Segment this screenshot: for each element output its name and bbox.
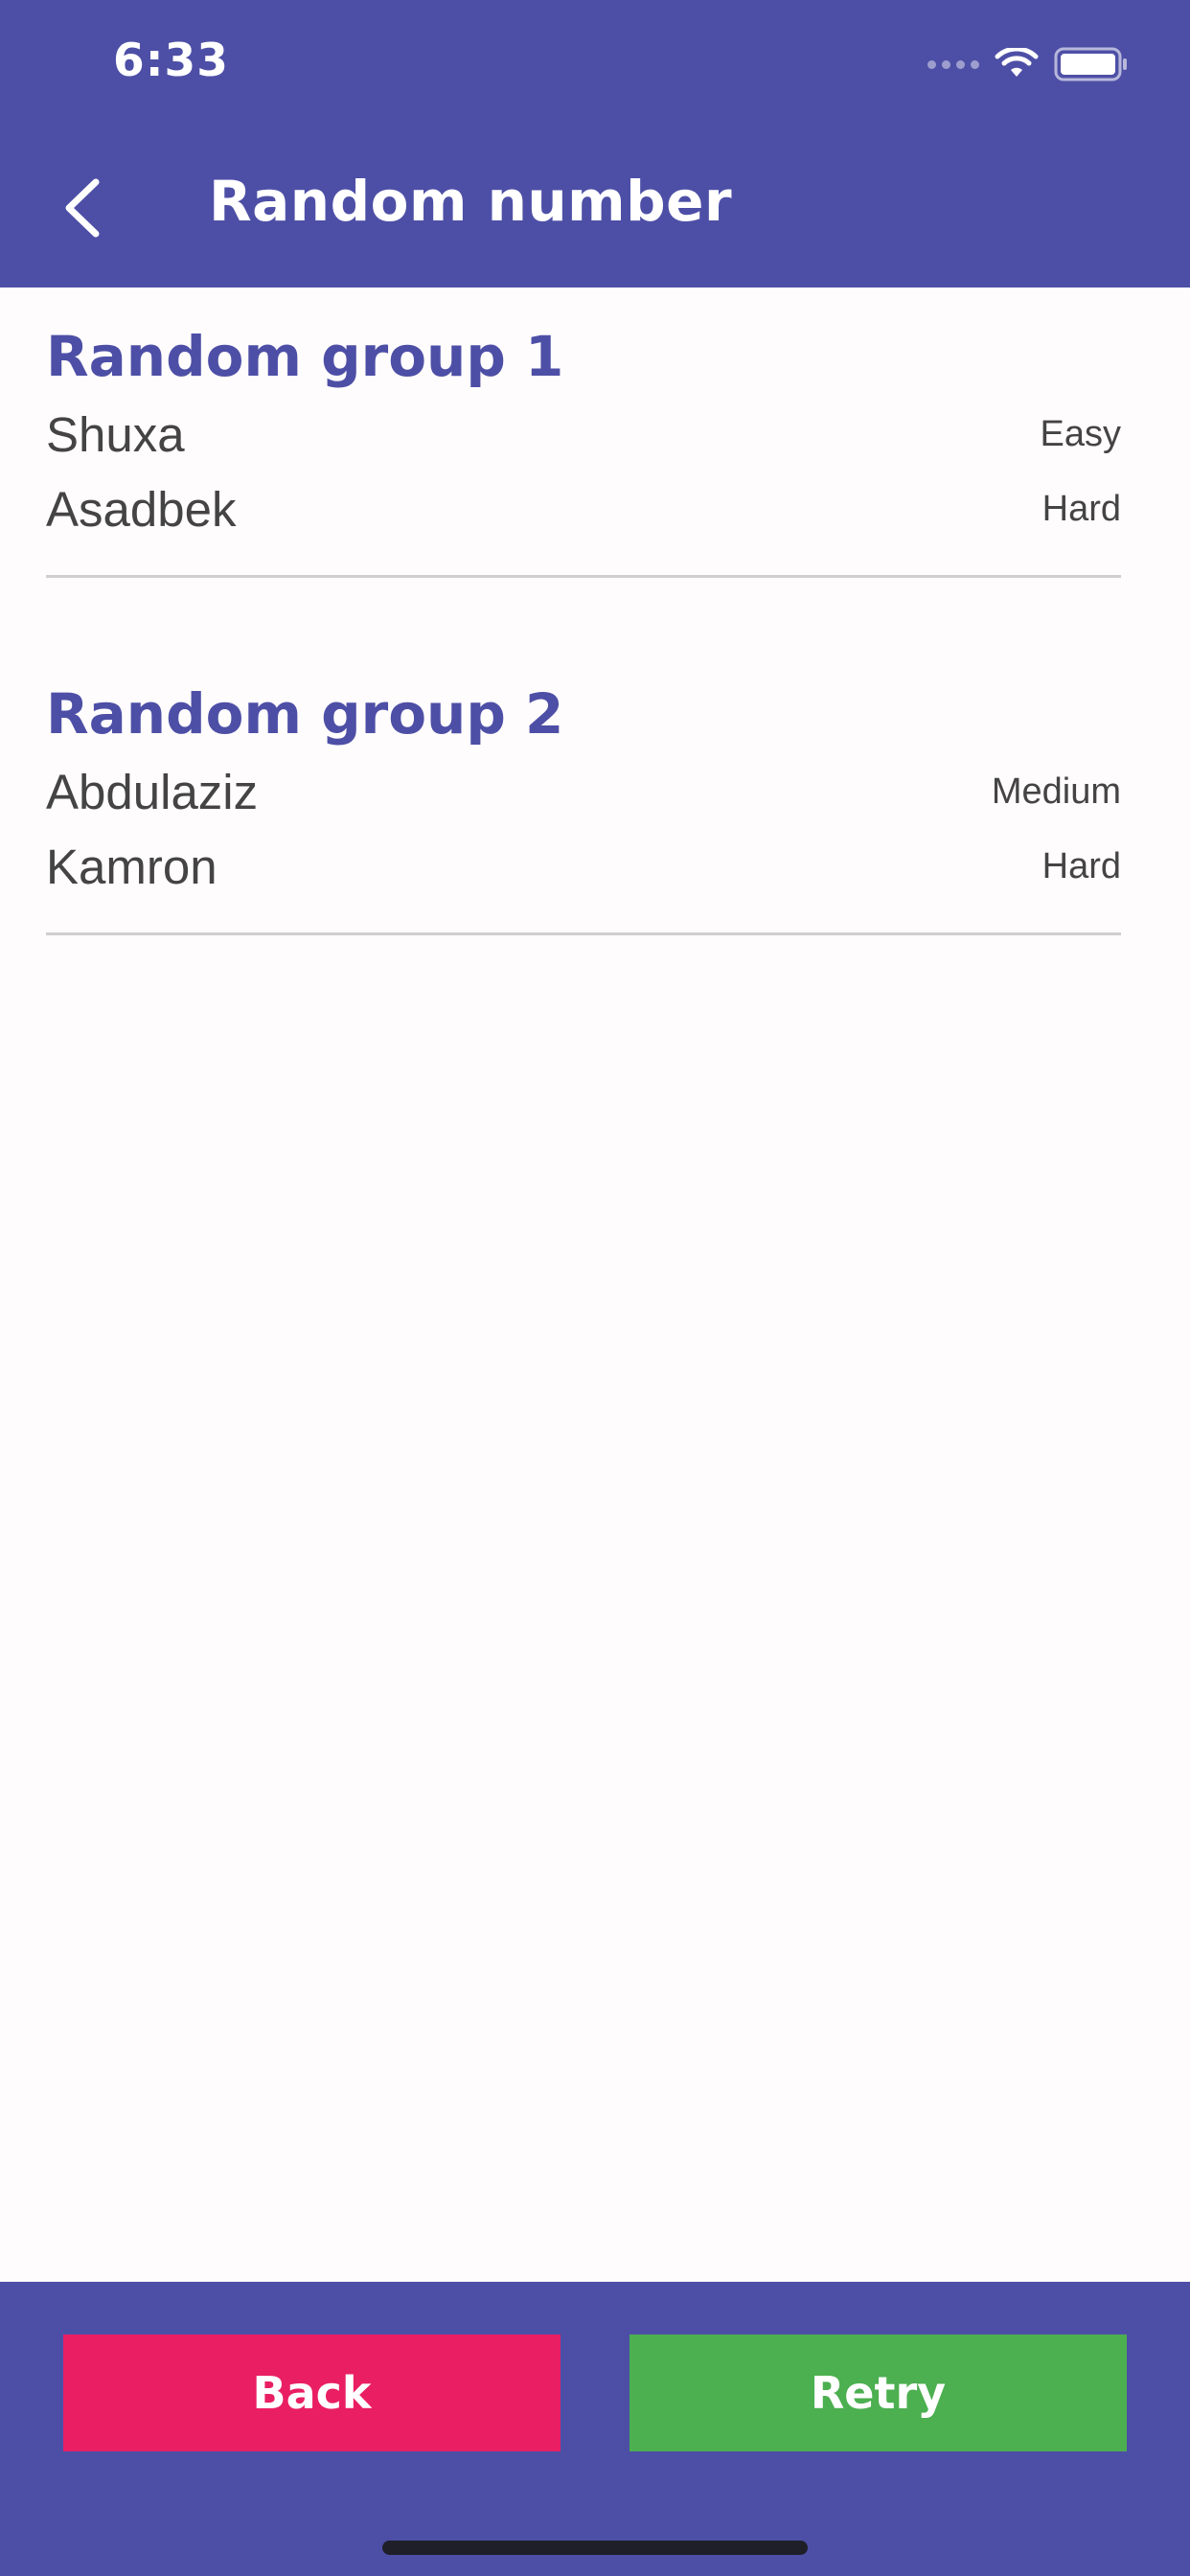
member-level: Hard bbox=[1041, 488, 1121, 529]
group-card: Random group 1 Shuxa Easy Asadbek Hard bbox=[46, 288, 1121, 578]
retry-button[interactable]: Retry bbox=[629, 2334, 1127, 2451]
top-bar: 6:33 Random number bbox=[0, 0, 1190, 288]
wifi-icon bbox=[995, 48, 1039, 80]
battery-icon bbox=[1054, 47, 1129, 81]
groups-list: Random group 1 Shuxa Easy Asadbek Hard R… bbox=[46, 288, 1121, 935]
list-item: Abdulaziz Medium bbox=[46, 754, 1121, 829]
group-card: Random group 2 Abdulaziz Medium Kamron H… bbox=[46, 645, 1121, 935]
member-name: Asadbek bbox=[46, 481, 237, 537]
status-time: 6:33 bbox=[113, 34, 229, 87]
cellular-signal-icon bbox=[927, 59, 979, 69]
group-title: Random group 1 bbox=[46, 324, 564, 389]
page-title: Random number bbox=[209, 169, 733, 234]
home-indicator[interactable] bbox=[382, 2541, 808, 2555]
member-name: Abdulaziz bbox=[46, 764, 259, 819]
member-level: Medium bbox=[991, 770, 1121, 812]
back-button[interactable]: Back bbox=[63, 2334, 561, 2451]
status-icons bbox=[927, 47, 1129, 81]
group-title: Random group 2 bbox=[46, 681, 564, 747]
bottom-action-bar: Back Retry bbox=[0, 2282, 1190, 2576]
list-item: Shuxa Easy bbox=[46, 397, 1121, 472]
member-name: Shuxa bbox=[46, 406, 185, 462]
list-item: Asadbek Hard bbox=[46, 472, 1121, 546]
member-name: Kamron bbox=[46, 839, 217, 894]
member-level: Hard bbox=[1041, 845, 1121, 886]
member-level: Easy bbox=[1040, 413, 1121, 454]
chevron-left-icon[interactable] bbox=[59, 176, 107, 240]
list-item: Kamron Hard bbox=[46, 829, 1121, 904]
